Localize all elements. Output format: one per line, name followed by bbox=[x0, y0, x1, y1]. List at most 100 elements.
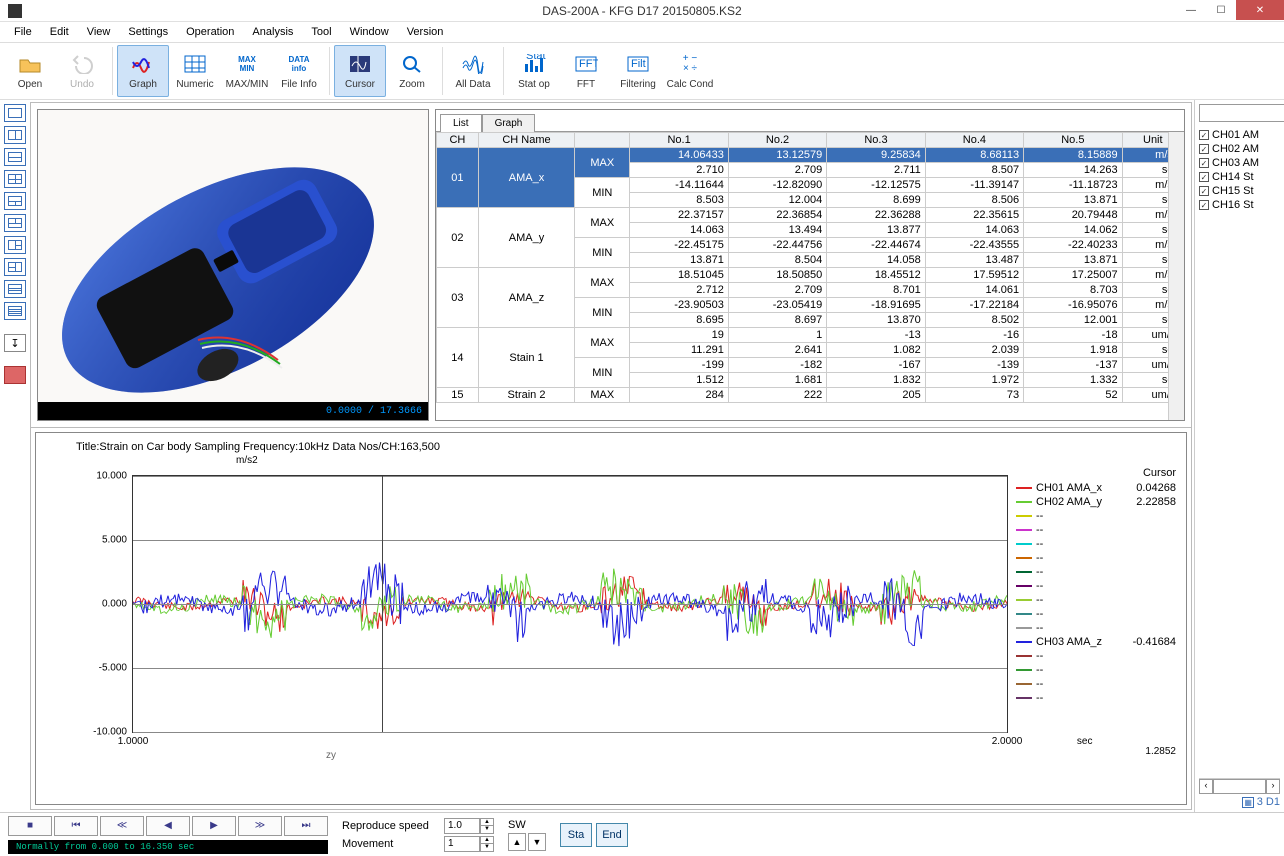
video-time-caption: 0.0000 / 17.3666 bbox=[38, 402, 428, 420]
undo-icon bbox=[68, 52, 96, 76]
data-table-wrap[interactable]: CHCH NameNo.1No.2No.3No.4No.5Unit01AMA_x… bbox=[436, 132, 1184, 420]
layout-2x2-button[interactable] bbox=[4, 170, 26, 188]
app-icon bbox=[8, 4, 22, 18]
checkbox-icon[interactable]: ✓ bbox=[1199, 186, 1209, 196]
layout-3a-button[interactable] bbox=[4, 192, 26, 210]
layout-3c-button[interactable] bbox=[4, 236, 26, 254]
playback-controls: ■ ⏮ ≪ ◀ ▶ ≫ ⏭ bbox=[8, 816, 328, 836]
graph-axis-area: 10.000 5.000 0.000 -5.000 -10.000 1.0000… bbox=[76, 457, 1178, 757]
checkbox-icon[interactable]: ✓ bbox=[1199, 158, 1209, 168]
movement-stepper[interactable]: ▲▼ bbox=[480, 836, 494, 852]
menu-analysis[interactable]: Analysis bbox=[244, 24, 301, 40]
checkbox-icon[interactable]: ✓ bbox=[1199, 172, 1209, 182]
title-bar: DAS-200A - KFG D17 20150805.KS2 — ☐ ✕ bbox=[0, 0, 1284, 22]
sw-up-button[interactable]: ▲ bbox=[508, 833, 526, 851]
zoom-button[interactable]: Zoom bbox=[386, 45, 438, 97]
layout-extra-b-button[interactable] bbox=[4, 366, 26, 384]
legend-row: -- bbox=[1016, 565, 1176, 579]
alldata-button[interactable]: All Data bbox=[447, 45, 499, 97]
movement-input[interactable] bbox=[444, 836, 480, 852]
statop-button[interactable]: StatsStat op bbox=[508, 45, 560, 97]
channel-item[interactable]: ✓CH01 AM bbox=[1199, 128, 1280, 142]
rewind-button[interactable]: ≪ bbox=[100, 816, 144, 836]
menu-version[interactable]: Version bbox=[399, 24, 452, 40]
channel-list: ✓CH01 AM✓CH02 AM✓CH03 AM✓CH14 St✓CH15 St… bbox=[1199, 128, 1280, 212]
open-button[interactable]: Open bbox=[4, 45, 56, 97]
mark-end-button[interactable]: End bbox=[596, 823, 628, 847]
sw-down-button[interactable]: ▼ bbox=[528, 833, 546, 851]
tool-label: Cursor bbox=[345, 79, 375, 90]
xtick: 2.0000 bbox=[992, 736, 1023, 747]
numeric-button[interactable]: Numeric bbox=[169, 45, 221, 97]
filtering-button[interactable]: Filt Filtering bbox=[612, 45, 664, 97]
plot-rect[interactable]: 10.000 5.000 0.000 -5.000 -10.000 1.0000… bbox=[132, 475, 1008, 733]
minimize-button[interactable]: — bbox=[1176, 0, 1206, 20]
maxmin-button[interactable]: MAXMINMAX/MIN bbox=[221, 45, 273, 97]
toolbar: OpenUndoGraphNumericMAXMINMAX/MINDATAinf… bbox=[0, 42, 1284, 100]
skip-end-button[interactable]: ⏭ bbox=[284, 816, 328, 836]
legend-row: CH02 AMA_y2.22858 bbox=[1016, 495, 1176, 509]
checkbox-icon[interactable]: ✓ bbox=[1199, 130, 1209, 140]
channel-item[interactable]: ✓CH02 AM bbox=[1199, 142, 1280, 156]
play-button[interactable]: ▶ bbox=[192, 816, 236, 836]
tab-graph[interactable]: Graph bbox=[482, 114, 536, 132]
menu-tool[interactable]: Tool bbox=[303, 24, 339, 40]
menu-window[interactable]: Window bbox=[342, 24, 397, 40]
video-frame-pane[interactable]: 0.0000 / 17.3666 bbox=[37, 109, 429, 421]
table-vscroll[interactable] bbox=[1168, 132, 1184, 420]
fft-button[interactable]: FFTFFT bbox=[560, 45, 612, 97]
close-button[interactable]: ✕ bbox=[1236, 0, 1284, 20]
cursor-button[interactable]: Cursor bbox=[334, 45, 386, 97]
checkbox-icon[interactable]: ✓ bbox=[1199, 200, 1209, 210]
channel-item[interactable]: ✓CH03 AM bbox=[1199, 156, 1280, 170]
playback-status: Normally from 0.000 to 16.350 sec bbox=[8, 840, 328, 854]
layout-rail: ↧ bbox=[0, 100, 30, 812]
graph-pane[interactable]: Title:Strain on Car body Sampling Freque… bbox=[35, 432, 1187, 805]
tab-list[interactable]: List bbox=[440, 114, 482, 132]
layout-1x3-button[interactable] bbox=[4, 280, 26, 298]
menu-bar: FileEditViewSettingsOperationAnalysisToo… bbox=[0, 22, 1284, 42]
skip-start-button[interactable]: ⏮ bbox=[54, 816, 98, 836]
xtick: 1.0000 bbox=[118, 736, 149, 747]
speed-input[interactable] bbox=[444, 818, 480, 834]
menu-operation[interactable]: Operation bbox=[178, 24, 242, 40]
fast-forward-button[interactable]: ≫ bbox=[238, 816, 282, 836]
layout-2x1-button[interactable] bbox=[4, 126, 26, 144]
svg-text:Stats: Stats bbox=[526, 54, 546, 62]
scroll-right-icon[interactable]: › bbox=[1266, 779, 1280, 794]
step-back-button[interactable]: ◀ bbox=[146, 816, 190, 836]
menu-settings[interactable]: Settings bbox=[120, 24, 176, 40]
tool-label: Filtering bbox=[620, 79, 656, 90]
menu-file[interactable]: File bbox=[6, 24, 40, 40]
legend-row: -- bbox=[1016, 607, 1176, 621]
menu-edit[interactable]: Edit bbox=[42, 24, 77, 40]
layout-1x2-button[interactable] bbox=[4, 148, 26, 166]
fileinfo-button[interactable]: DATAinfoFile Info bbox=[273, 45, 325, 97]
speed-stepper[interactable]: ▲▼ bbox=[480, 818, 494, 834]
layout-1x1-button[interactable] bbox=[4, 104, 26, 122]
channel-item[interactable]: ✓CH16 St bbox=[1199, 198, 1280, 212]
cursor-icon bbox=[346, 52, 374, 76]
menu-view[interactable]: View bbox=[79, 24, 119, 40]
undo-button: Undo bbox=[56, 45, 108, 97]
maximize-button[interactable]: ☐ bbox=[1206, 0, 1236, 20]
layout-extra-a-button[interactable]: ↧ bbox=[4, 334, 26, 352]
center-column: 0.0000 / 17.3666 List Graph CHCH NameNo.… bbox=[30, 102, 1192, 810]
stop-button[interactable]: ■ bbox=[8, 816, 52, 836]
layout-3d-button[interactable] bbox=[4, 258, 26, 276]
window-title: DAS-200A - KFG D17 20150805.KS2 bbox=[542, 4, 741, 18]
calccond-button[interactable]: + −× ÷Calc Cond bbox=[664, 45, 716, 97]
plot-cursor-line[interactable] bbox=[382, 476, 383, 732]
graph-button[interactable]: Graph bbox=[117, 45, 169, 97]
svg-text:Filt: Filt bbox=[631, 58, 646, 70]
scroll-left-icon[interactable]: ‹ bbox=[1199, 779, 1213, 794]
channel-hscroll[interactable]: ‹ › bbox=[1199, 778, 1280, 794]
channel-item[interactable]: ✓CH15 St bbox=[1199, 184, 1280, 198]
channel-search-input[interactable] bbox=[1199, 104, 1284, 122]
filtering-icon: Filt bbox=[624, 52, 652, 76]
channel-item[interactable]: ✓CH14 St bbox=[1199, 170, 1280, 184]
mark-start-button[interactable]: Sta bbox=[560, 823, 592, 847]
checkbox-icon[interactable]: ✓ bbox=[1199, 144, 1209, 154]
layout-3b-button[interactable] bbox=[4, 214, 26, 232]
layout-1x4-button[interactable] bbox=[4, 302, 26, 320]
